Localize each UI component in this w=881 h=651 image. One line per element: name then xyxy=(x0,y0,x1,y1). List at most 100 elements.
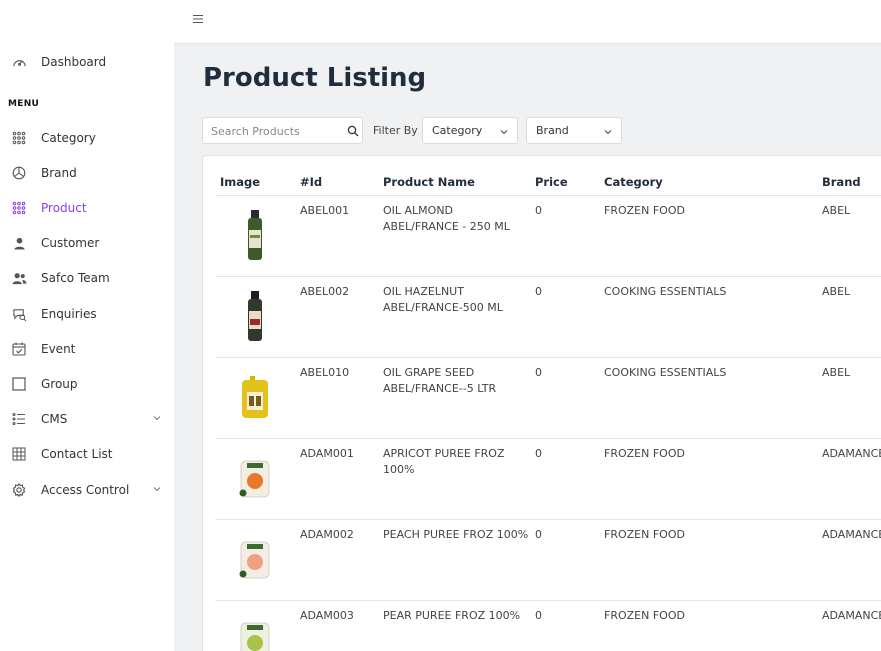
product-name: OIL HAZELNUT ABEL/FRANCE-500 ML xyxy=(383,285,503,314)
sidebar-item-group[interactable]: Group xyxy=(0,371,174,397)
product-id: ABEL001 xyxy=(300,204,350,217)
sidebar-item-cms[interactable]: CMS xyxy=(0,406,174,432)
sidebar-item-label: Access Control xyxy=(41,483,130,497)
table-row[interactable]: ABEL001 OIL ALMOND ABEL/FRANCE - 250 ML … xyxy=(215,196,881,277)
search-input[interactable] xyxy=(211,123,339,139)
chevron-down-icon xyxy=(499,126,509,136)
product-image xyxy=(233,370,277,426)
chat-search-icon xyxy=(11,306,27,322)
product-id: ADAM001 xyxy=(300,447,354,460)
table-row[interactable]: ADAM002 PEACH PUREE FROZ 100% 0 FROZEN F… xyxy=(215,520,881,601)
sidebar-item-label: Category xyxy=(41,131,96,145)
square-icon xyxy=(11,376,27,392)
product-image xyxy=(233,532,277,588)
column-header-price[interactable]: Price xyxy=(535,175,568,189)
product-image xyxy=(233,208,277,264)
product-price: 0 xyxy=(535,366,542,379)
main-content: Product Listing Filter By Category Brand… xyxy=(174,44,881,651)
sidebar-item-label: Group xyxy=(41,377,78,391)
sidebar-item-access-control[interactable]: Access Control xyxy=(0,477,174,503)
column-header-id[interactable]: #Id xyxy=(300,175,322,189)
column-header-product-name[interactable]: Product Name xyxy=(383,175,475,189)
product-id: ADAM002 xyxy=(300,528,354,541)
sidebar-item-category[interactable]: Category xyxy=(0,125,174,151)
product-image xyxy=(233,451,277,507)
list-icon xyxy=(11,411,27,427)
product-id: ABEL002 xyxy=(300,285,350,298)
sidebar-item-label: Brand xyxy=(41,166,77,180)
product-image xyxy=(233,613,277,651)
gear-icon xyxy=(11,482,27,498)
sidebar-item-label: CMS xyxy=(41,412,68,426)
product-price: 0 xyxy=(535,609,542,622)
product-brand: ADAMANCE xyxy=(822,609,881,622)
product-category: FROZEN FOOD xyxy=(604,528,685,541)
product-price: 0 xyxy=(535,204,542,217)
product-name: OIL ALMOND ABEL/FRANCE - 250 ML xyxy=(383,204,510,233)
sidebar-item-event[interactable]: Event xyxy=(0,336,174,362)
search-box[interactable] xyxy=(202,117,363,144)
table-row[interactable]: ABEL010 OIL GRAPE SEED ABEL/FRANCE--5 LT… xyxy=(215,358,881,439)
table-row[interactable]: ABEL002 OIL HAZELNUT ABEL/FRANCE-500 ML … xyxy=(215,277,881,358)
product-id: ABEL010 xyxy=(300,366,350,379)
sidebar-item-brand[interactable]: Brand xyxy=(0,160,174,186)
hamburger-menu-icon[interactable] xyxy=(192,13,206,27)
brand-select[interactable]: Brand xyxy=(526,117,622,144)
category-select[interactable]: Category xyxy=(422,117,518,144)
pie-chart-icon xyxy=(11,165,27,181)
product-table: Image #Id Product Name Price Category Br… xyxy=(202,155,881,651)
page-title: Product Listing xyxy=(203,63,427,93)
column-header-brand[interactable]: Brand xyxy=(822,175,861,189)
sidebar-item-contact-list[interactable]: Contact List xyxy=(0,441,174,467)
sidebar-item-label: Contact List xyxy=(41,447,113,461)
product-category: COOKING ESSENTIALS xyxy=(604,285,727,298)
table-row[interactable]: ADAM001 APRICOT PUREE FROZ 100% 0 FROZEN… xyxy=(215,439,881,520)
search-icon[interactable] xyxy=(347,125,359,137)
sidebar: Dashboard MENU Category Brand Product Cu… xyxy=(0,0,174,651)
product-price: 0 xyxy=(535,528,542,541)
product-category: FROZEN FOOD xyxy=(604,204,685,217)
product-brand: ABEL xyxy=(822,285,851,298)
column-header-image: Image xyxy=(220,175,261,189)
sidebar-item-label: Enquiries xyxy=(41,307,97,321)
user-icon xyxy=(11,235,27,251)
table-grid-icon xyxy=(11,446,27,462)
chevron-down-icon xyxy=(603,126,613,136)
sidebar-item-label: Product xyxy=(41,201,87,215)
product-category: FROZEN FOOD xyxy=(604,447,685,460)
brand-select-value: Brand xyxy=(536,124,569,137)
grid-dots-icon xyxy=(11,200,27,216)
product-name: OIL GRAPE SEED ABEL/FRANCE--5 LTR xyxy=(383,366,497,395)
product-name: PEACH PUREE FROZ 100% xyxy=(383,528,529,541)
product-brand: ADAMANCE xyxy=(822,528,881,541)
sidebar-item-customer[interactable]: Customer xyxy=(0,230,174,256)
sidebar-item-safco-team[interactable]: Safco Team xyxy=(0,265,174,291)
table-row[interactable]: ADAM003 PEAR PUREE FROZ 100% 0 FROZEN FO… xyxy=(215,601,881,651)
users-icon xyxy=(11,270,27,286)
calendar-check-icon xyxy=(11,341,27,357)
sidebar-item-label: Safco Team xyxy=(41,271,110,285)
sidebar-item-product[interactable]: Product xyxy=(0,195,174,221)
product-brand: ABEL xyxy=(822,204,851,217)
menu-heading: MENU xyxy=(8,99,40,109)
top-bar xyxy=(174,0,881,44)
product-brand: ABEL xyxy=(822,366,851,379)
category-select-value: Category xyxy=(432,124,483,137)
gauge-icon xyxy=(11,54,27,70)
product-price: 0 xyxy=(535,447,542,460)
product-category: FROZEN FOOD xyxy=(604,609,685,622)
product-category: COOKING ESSENTIALS xyxy=(604,366,727,379)
chevron-down-icon[interactable] xyxy=(152,412,164,424)
filter-label: Filter By xyxy=(373,124,418,137)
column-header-category[interactable]: Category xyxy=(604,175,663,189)
grid-dots-icon xyxy=(11,130,27,146)
sidebar-item-label: Event xyxy=(41,342,76,356)
product-name: PEAR PUREE FROZ 100% xyxy=(383,609,521,622)
product-image xyxy=(233,289,277,345)
sidebar-item-dashboard[interactable]: Dashboard xyxy=(0,49,174,75)
sidebar-item-label: Customer xyxy=(41,236,100,250)
chevron-down-icon[interactable] xyxy=(152,483,164,495)
product-id: ADAM003 xyxy=(300,609,354,622)
sidebar-item-enquiries[interactable]: Enquiries xyxy=(0,301,174,327)
product-brand: ADAMANCE xyxy=(822,447,881,460)
